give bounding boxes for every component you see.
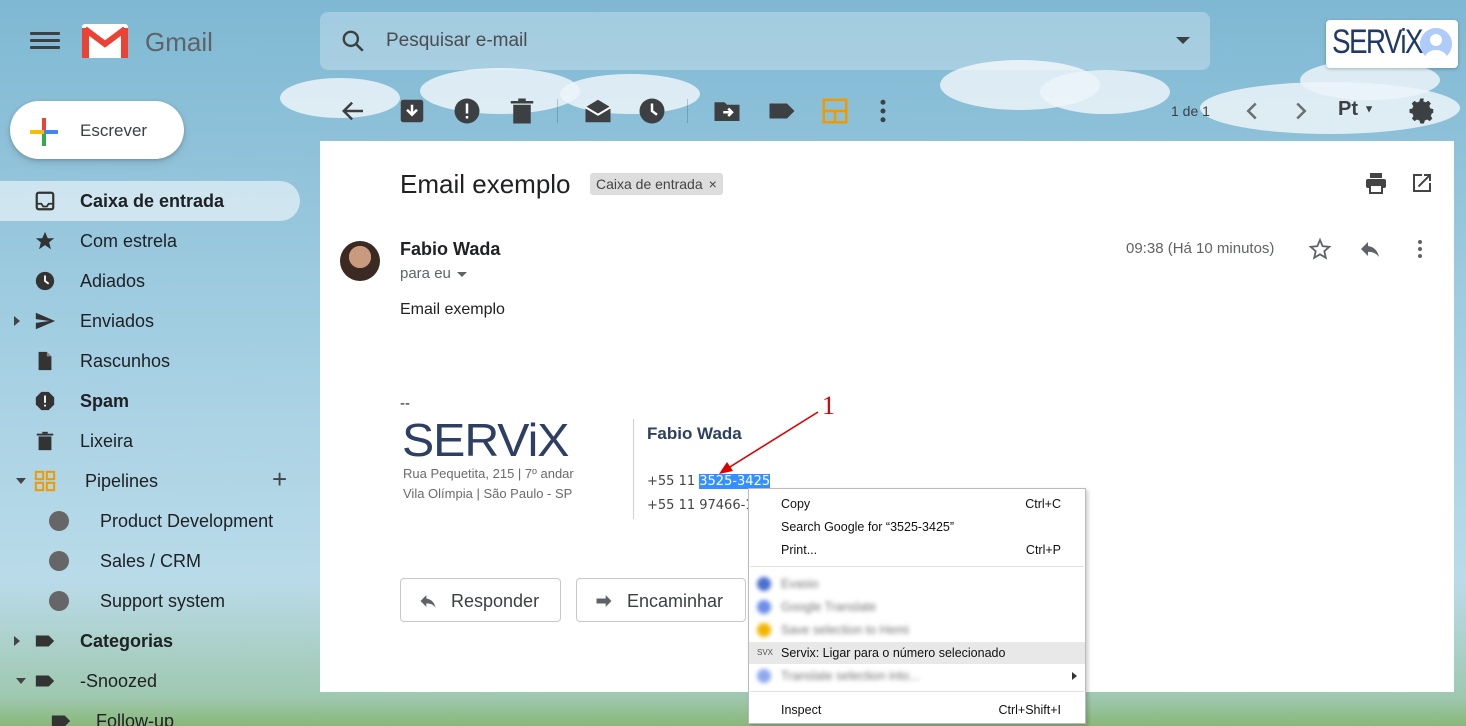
shortcut-hint: Ctrl+C [1025,497,1061,511]
shortcut-hint: Ctrl+P [1025,543,1061,557]
context-menu-label: Copy [781,497,811,511]
translate-icon [757,669,771,683]
context-menu-extension-item[interactable]: Google Translate [749,596,1085,618]
annotation-number-1: 1 [822,391,835,420]
submenu-arrow-icon [1072,672,1077,680]
context-menu-label: Search Google for “3525-3425” [781,520,955,534]
context-menu-separator [750,691,1084,692]
context-menu-print[interactable]: Print... Ctrl+P [749,539,1085,561]
shortcut-hint: Ctrl+Shift+I [998,703,1061,717]
annotation-arrows [719,411,945,651]
context-menu: Copy Ctrl+C Search Google for “3525-3425… [748,488,1086,724]
servix-icon: SVX [757,648,774,657]
context-menu-copy[interactable]: Copy Ctrl+C [749,493,1085,515]
context-menu-label: Translate selection into... [781,669,920,683]
translate-icon [757,600,771,614]
extension-icon [757,577,771,591]
context-menu-servix-call[interactable]: SVX Servix: Ligar para o número selecion… [749,642,1085,664]
context-menu-label: Google Translate [781,600,877,614]
extension-icon [757,623,771,637]
context-menu-label: Servix: Ligar para o número selecionado [781,646,1006,660]
context-menu-extension-item[interactable]: Save selection to Hemi [749,619,1085,641]
context-menu-extension-submenu[interactable]: Translate selection into... [749,665,1085,687]
context-menu-separator [750,566,1084,567]
context-menu-inspect[interactable]: Inspect Ctrl+Shift+I [749,699,1085,721]
context-menu-search-google[interactable]: Search Google for “3525-3425” [749,516,1085,538]
context-menu-extension-item[interactable]: Evasio [749,573,1085,595]
context-menu-label: Inspect [781,703,822,717]
context-menu-label: Save selection to Hemi [781,623,909,637]
context-menu-label: Print... [781,543,818,557]
context-menu-label: Evasio [781,577,819,591]
